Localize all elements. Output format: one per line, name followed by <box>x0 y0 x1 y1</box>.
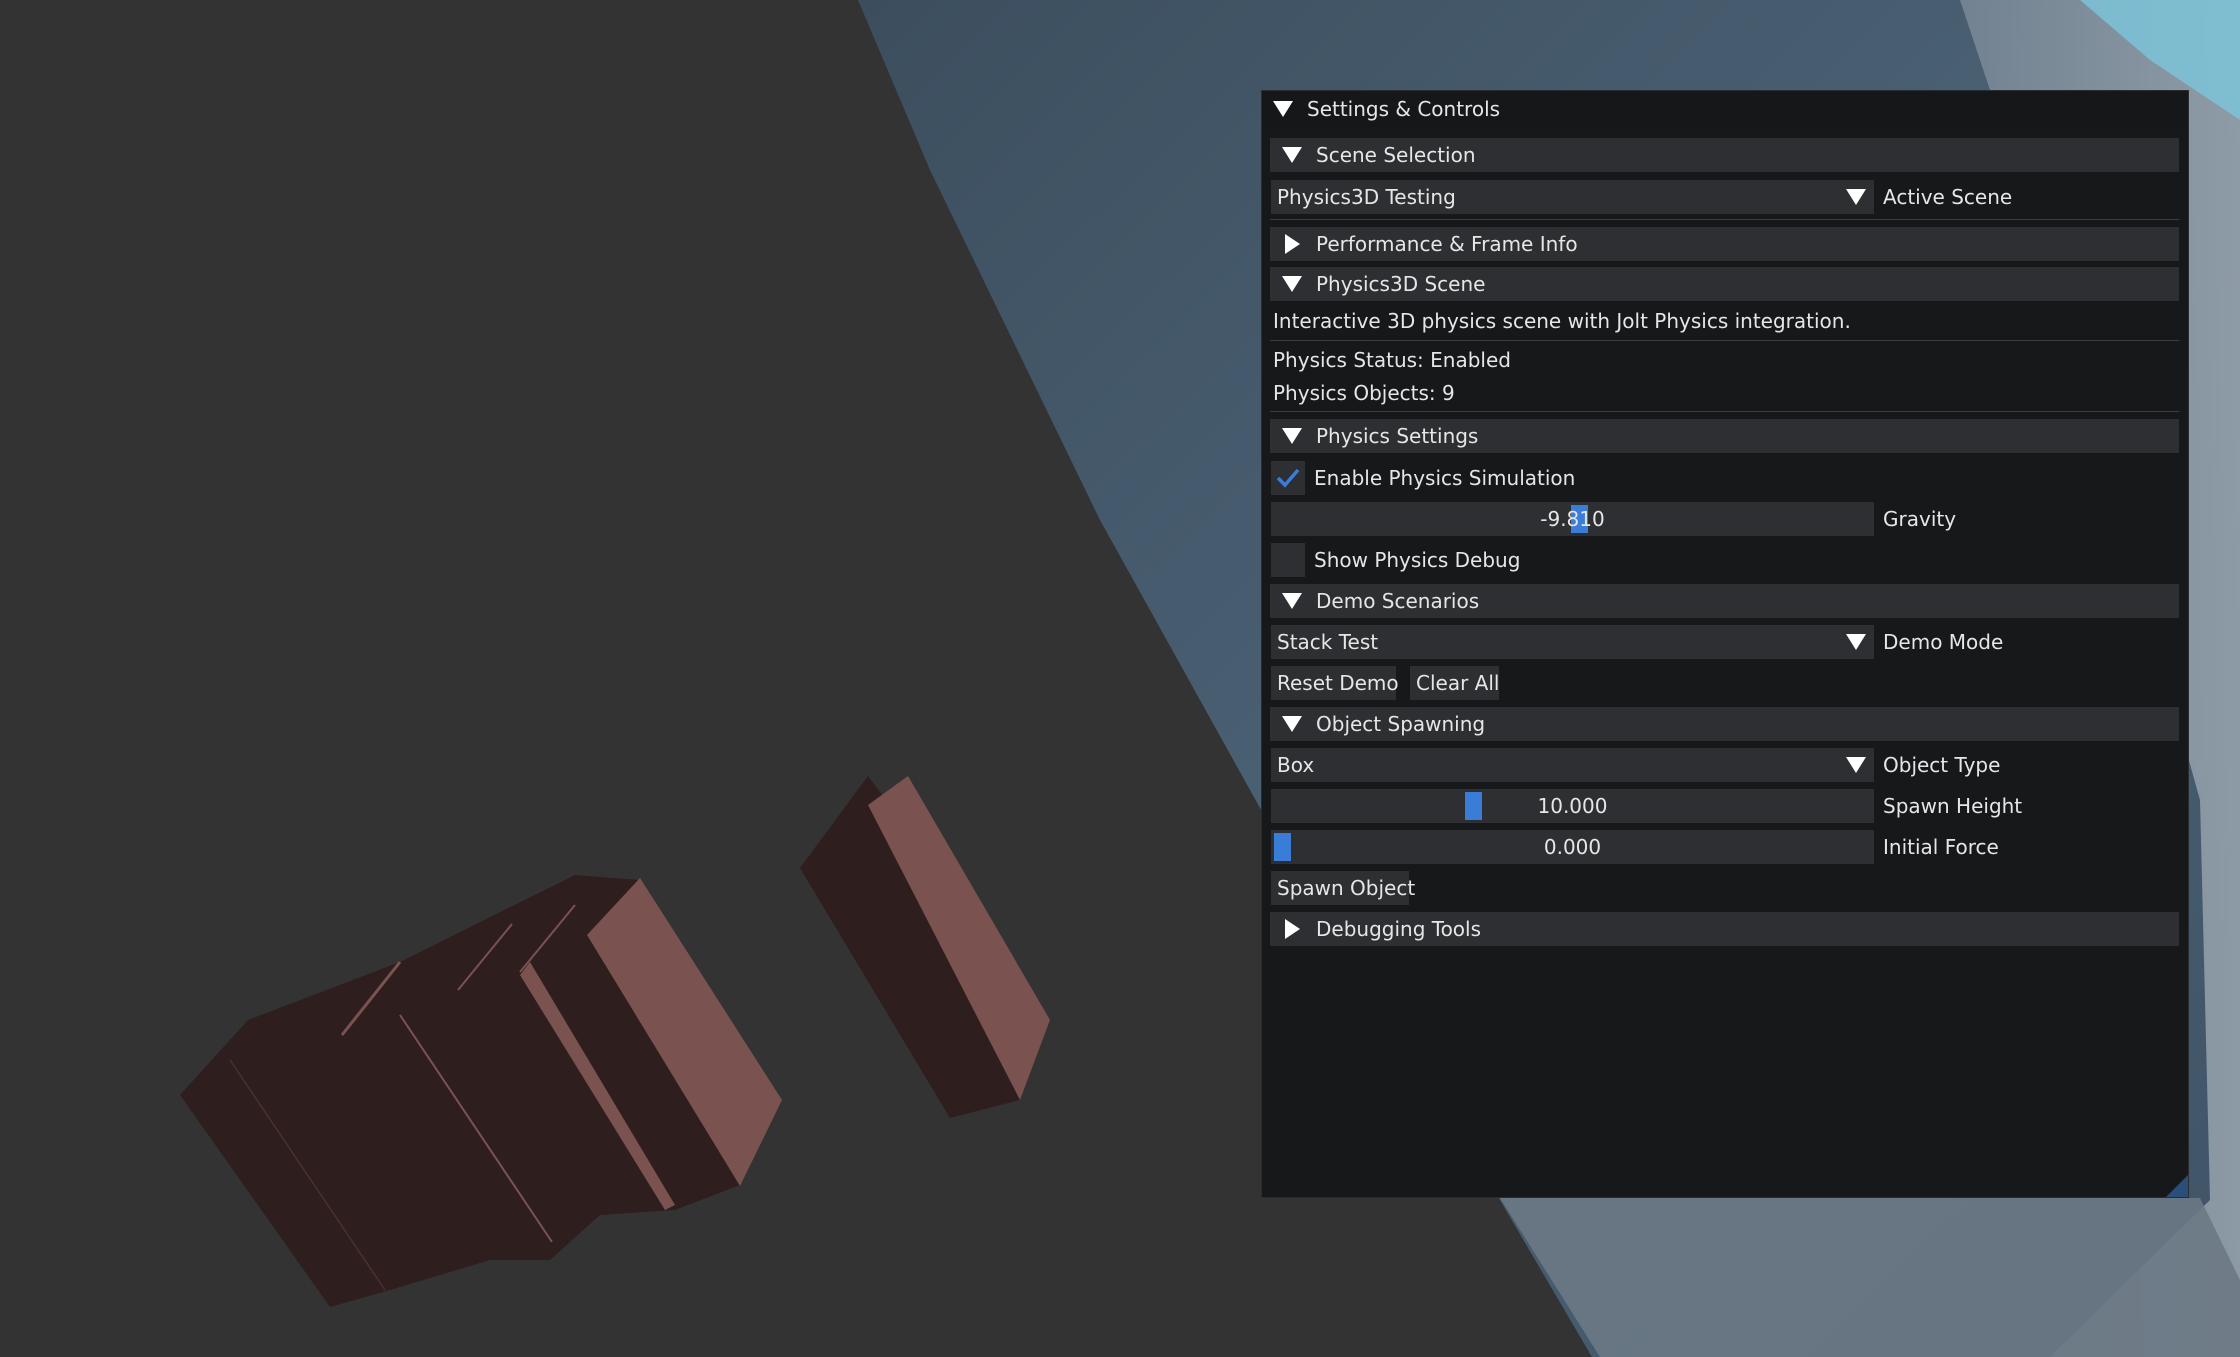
header-label: Debugging Tools <box>1316 917 1482 941</box>
expanded-arrow-icon <box>1282 716 1302 732</box>
active-scene-label: Active Scene <box>1883 185 2013 209</box>
show-debug-checkbox[interactable] <box>1271 543 1305 577</box>
header-performance[interactable]: Performance & Frame Info <box>1270 227 2179 261</box>
header-label: Performance & Frame Info <box>1316 232 1578 256</box>
gravity-label: Gravity <box>1883 507 1957 531</box>
header-scene-selection[interactable]: Scene Selection <box>1270 138 2179 172</box>
checkmark-icon <box>1276 468 1300 488</box>
reset-demo-button[interactable]: Reset Demo <box>1271 666 1399 700</box>
object-type-label: Object Type <box>1883 753 2001 777</box>
header-demo-scenarios[interactable]: Demo Scenarios <box>1270 584 2179 618</box>
object-type-combo[interactable]: Box <box>1271 748 1874 782</box>
chevron-down-icon <box>1846 634 1866 650</box>
demo-mode-label: Demo Mode <box>1883 630 2004 654</box>
divider <box>1270 219 2179 220</box>
expanded-arrow-icon <box>1282 276 1302 292</box>
physics-status: Physics Status: Enabled <box>1273 348 1511 372</box>
scene-description: Interactive 3D physics scene with Jolt P… <box>1273 309 1851 333</box>
spawn-height-slider[interactable]: 10.000 <box>1271 789 1874 823</box>
initial-force-slider[interactable]: 0.000 <box>1271 830 1874 864</box>
slider-value: 10.000 <box>1537 794 1608 818</box>
spawn-object-button[interactable]: Spawn Object <box>1271 871 1415 905</box>
header-physics-settings[interactable]: Physics Settings <box>1270 419 2179 453</box>
header-label: Physics Settings <box>1316 424 1479 448</box>
header-object-spawning[interactable]: Object Spawning <box>1270 707 2179 741</box>
combo-value: Box <box>1277 753 1315 777</box>
collapse-arrow-icon[interactable] <box>1273 101 1293 117</box>
enable-physics-label: Enable Physics Simulation <box>1314 466 1576 490</box>
expanded-arrow-icon <box>1282 428 1302 444</box>
physics-objects-count: Physics Objects: 9 <box>1273 381 1455 405</box>
combo-value: Physics3D Testing <box>1277 185 1456 209</box>
collapsed-arrow-icon <box>1285 919 1300 939</box>
expanded-arrow-icon <box>1282 147 1302 163</box>
combo-value: Stack Test <box>1277 630 1379 654</box>
collapsed-arrow-icon <box>1285 234 1300 254</box>
gravity-slider[interactable]: -9.810 <box>1271 502 1874 536</box>
spawn-height-label: Spawn Height <box>1883 794 2023 818</box>
header-label: Demo Scenarios <box>1316 589 1480 613</box>
header-physics3d-scene[interactable]: Physics3D Scene <box>1270 267 2179 301</box>
slider-value: 0.000 <box>1543 835 1602 859</box>
resize-grip-icon[interactable] <box>2166 1175 2188 1197</box>
window-titlebar[interactable]: Settings & Controls <box>1262 91 2188 127</box>
header-debugging-tools[interactable]: Debugging Tools <box>1270 912 2179 946</box>
button-label: Clear All <box>1416 671 1500 695</box>
slider-value: -9.810 <box>1540 507 1605 531</box>
clear-all-button[interactable]: Clear All <box>1410 666 1499 700</box>
skybox-lower-rock <box>1500 1198 2240 1357</box>
divider <box>1270 411 2179 412</box>
initial-force-label: Initial Force <box>1883 835 1999 859</box>
header-label: Object Spawning <box>1316 712 1486 736</box>
button-label: Reset Demo <box>1277 671 1399 695</box>
active-scene-combo[interactable]: Physics3D Testing <box>1271 180 1874 214</box>
expanded-arrow-icon <box>1282 593 1302 609</box>
header-label: Physics3D Scene <box>1316 272 1486 296</box>
show-debug-label: Show Physics Debug <box>1314 548 1521 572</box>
settings-window[interactable]: Settings & Controls Scene Selection Phys… <box>1261 90 2189 1198</box>
button-label: Spawn Object <box>1277 876 1416 900</box>
window-title: Settings & Controls <box>1307 97 1501 121</box>
divider <box>1270 340 2179 341</box>
chevron-down-icon <box>1846 189 1866 205</box>
demo-mode-combo[interactable]: Stack Test <box>1271 625 1874 659</box>
header-label: Scene Selection <box>1316 143 1476 167</box>
enable-physics-checkbox[interactable] <box>1271 461 1305 495</box>
chevron-down-icon <box>1846 757 1866 773</box>
